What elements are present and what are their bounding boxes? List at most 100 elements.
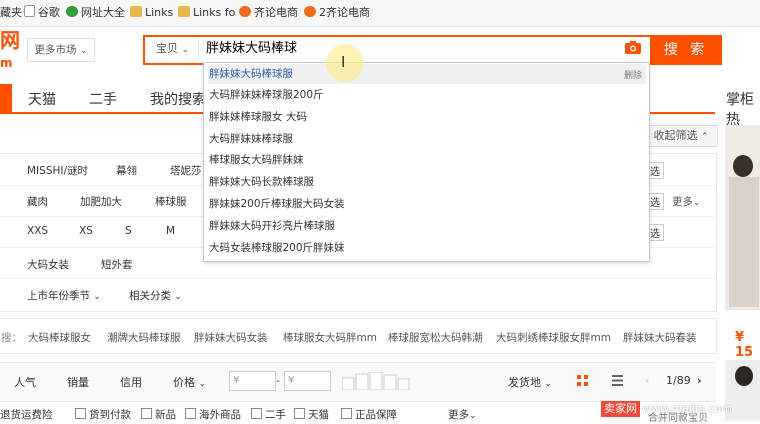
- bookmark-item[interactable]: Links fo: [178, 5, 235, 21]
- filter-item[interactable]: 幕翎: [116, 163, 137, 178]
- option-checkbox[interactable]: 二手: [251, 407, 286, 422]
- option-checkbox[interactable]: 退货运费险: [0, 407, 53, 422]
- related-search-link[interactable]: 胖妹妹大码女装: [194, 330, 268, 345]
- option-checkbox[interactable]: 正品保障: [341, 407, 397, 422]
- chevron-down-icon: ⌄: [198, 379, 207, 389]
- watermark-brand: 卖家网: [601, 401, 640, 417]
- option-checkbox[interactable]: 天猫: [294, 407, 329, 422]
- option-checkbox[interactable]: 海外商品: [185, 407, 241, 422]
- list-view-icon[interactable]: [612, 375, 623, 386]
- size-option[interactable]: XS: [79, 225, 93, 237]
- model-head-icon: [733, 155, 753, 177]
- ship-from-filter[interactable]: 发货地 ⌄: [508, 374, 552, 390]
- bookmark-label: 网址大全: [81, 6, 125, 19]
- suggestion-item[interactable]: 大码胖妹妹棒球服: [208, 129, 646, 149]
- prev-page-icon[interactable]: ‹: [645, 374, 649, 387]
- suggestion-item[interactable]: 胖妹妹大码棒球服 删除: [208, 64, 646, 84]
- bookmark-label: Links: [145, 6, 174, 19]
- filter-item[interactable]: 大码女装: [27, 257, 69, 272]
- size-option[interactable]: M: [166, 225, 175, 237]
- suggestion-item[interactable]: 胖妹妹大码开衫亮片棒球服: [208, 216, 646, 236]
- search-scope-select[interactable]: 宝贝 ⌄: [148, 38, 199, 60]
- price-range-bars-icon[interactable]: [342, 372, 410, 390]
- more-label: 更多: [672, 196, 693, 208]
- bookmark-item[interactable]: 齐论电商: [239, 5, 298, 21]
- size-option[interactable]: S: [125, 225, 132, 237]
- folder-icon: [130, 6, 142, 17]
- chevron-down-icon: ⌄: [469, 411, 477, 421]
- option-label: 新品: [155, 409, 176, 421]
- tab-tmall[interactable]: 天猫: [28, 89, 56, 109]
- filter-item[interactable]: 加肥加大: [80, 194, 122, 209]
- delete-suggestion-button[interactable]: 删除: [624, 66, 642, 86]
- tab-secondhand[interactable]: 二手: [89, 89, 117, 109]
- bookmark-label: Links fo: [193, 6, 236, 19]
- site-logo[interactable]: 网m: [0, 30, 20, 74]
- suggestion-item[interactable]: 胖妹妹200斤棒球服大码女装: [208, 194, 646, 214]
- camera-icon[interactable]: [625, 41, 641, 54]
- related-label: 搜：: [1, 332, 22, 344]
- chevron-down-icon: ⌄: [544, 379, 553, 389]
- option-checkbox[interactable]: 新品: [141, 407, 176, 422]
- sort-price[interactable]: 价格 ⌄: [173, 374, 206, 390]
- model-body-icon: [729, 177, 759, 307]
- option-checkbox[interactable]: 货到付款: [75, 407, 131, 422]
- search-button[interactable]: 搜 索: [650, 35, 722, 65]
- price-from-input[interactable]: ¥: [229, 371, 276, 391]
- price-separator: -: [276, 374, 280, 387]
- checkbox-icon: [294, 408, 305, 419]
- suggestion-item[interactable]: 胖妹妹大码长款棒球服: [208, 172, 646, 192]
- tab-my-search[interactable]: 我的搜索: [150, 89, 206, 109]
- filter-item[interactable]: 棒球服: [155, 194, 187, 209]
- chevron-up-icon: ⌃: [700, 132, 709, 142]
- grid-view-icon[interactable]: [577, 375, 588, 386]
- related-search-link[interactable]: 潮牌大码棒球服: [107, 330, 181, 345]
- bookmark-item[interactable]: 网址大全: [66, 5, 125, 21]
- bookmark-item[interactable]: Links: [130, 5, 173, 21]
- size-option[interactable]: XXS: [27, 225, 48, 237]
- side-product-image[interactable]: [725, 125, 760, 310]
- suggestion-text: 胖妹妹棒球服女 大码: [209, 111, 307, 123]
- price-to-input[interactable]: ¥: [284, 371, 331, 391]
- suggestion-item[interactable]: 胖妹妹棒球服女 大码: [208, 107, 646, 127]
- bookmark-item[interactable]: 2齐论电商: [304, 5, 370, 21]
- filter-item[interactable]: 藏肉: [27, 194, 48, 209]
- options-more-button[interactable]: 更多⌄: [448, 407, 477, 422]
- side-title: 掌柜热: [726, 92, 754, 128]
- related-category-filter[interactable]: 相关分类 ⌄: [129, 288, 182, 303]
- suggestion-text: 胖妹妹大码长款棒球服: [209, 176, 314, 188]
- bookmark-item[interactable]: 谷歌: [24, 5, 60, 21]
- suggestion-item[interactable]: 棒球服女大码胖妹妹: [208, 150, 646, 170]
- related-search-link[interactable]: 棒球服女大码胖mm: [283, 330, 377, 345]
- option-label: 正品保障: [355, 409, 397, 421]
- bookmark-item[interactable]: 藏夹: [0, 5, 22, 21]
- chevron-down-icon: ⌄: [79, 46, 88, 56]
- next-page-icon[interactable]: ›: [697, 374, 702, 387]
- suggestion-item[interactable]: 大码女装棒球服200斤胖妹妹: [208, 238, 646, 258]
- season-filter[interactable]: 上市年份季节 ⌄: [27, 288, 101, 303]
- filter-item[interactable]: 短外套: [101, 257, 133, 272]
- text-cursor-icon: I: [341, 53, 346, 71]
- collapse-filters-button[interactable]: 收起筛选 ⌃: [644, 125, 718, 147]
- sort-sales[interactable]: 销量: [67, 374, 89, 390]
- sort-credit[interactable]: 信用: [120, 374, 142, 390]
- related-search-link[interactable]: 大码棒球服女: [28, 330, 91, 345]
- season-label: 上市年份季节: [27, 290, 90, 302]
- checkbox-icon: [75, 408, 86, 419]
- collapse-label: 收起筛选: [653, 129, 698, 142]
- filter-item[interactable]: MISSHI/谜时: [27, 163, 88, 178]
- filter-item[interactable]: 塔妮莎: [170, 163, 202, 178]
- suggestion-item[interactable]: 大码胖妹妹棒球服200斤: [208, 85, 646, 105]
- suggestion-text: 大码女装棒球服200斤胖妹妹: [209, 242, 345, 254]
- chevron-down-icon: ⌄: [693, 198, 701, 208]
- more-markets-button[interactable]: 更多市场 ⌄: [27, 38, 95, 62]
- option-label: 货到付款: [89, 409, 131, 421]
- related-search-link[interactable]: 大码刺绣棒球服女胖mm: [496, 330, 611, 345]
- nav-active-tab[interactable]: [0, 84, 12, 112]
- related-search-link[interactable]: 棒球服宽松大码韩潮: [388, 330, 483, 345]
- more-button[interactable]: 更多⌄: [672, 194, 701, 209]
- sort-popularity[interactable]: 人气: [14, 374, 36, 390]
- option-label: 天猫: [308, 409, 329, 421]
- option-label: 退货运费险: [0, 409, 53, 421]
- related-search-link[interactable]: 胖妹妹大码春装: [623, 330, 697, 345]
